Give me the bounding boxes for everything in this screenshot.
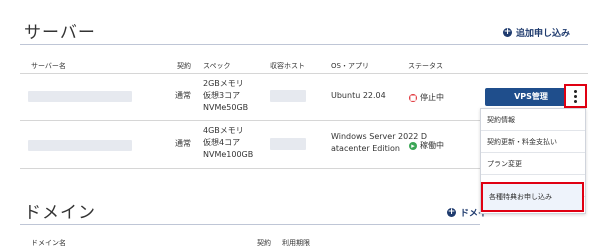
column-header-expiry: 利用期限 xyxy=(282,239,310,247)
column-header-domain-name: ドメイン名 xyxy=(31,239,66,247)
server-name-redacted xyxy=(28,140,132,151)
server-name-redacted xyxy=(28,91,132,102)
spec-storage: NVMe100GB xyxy=(203,150,254,159)
kebab-icon xyxy=(566,86,585,106)
plus-icon: + xyxy=(503,27,512,37)
column-header-domain-contract: 契約 xyxy=(257,239,271,247)
spec-memory: 2GBメモリ xyxy=(203,79,244,88)
os-cell: Ubuntu 22.04 xyxy=(331,91,386,100)
menu-item-contract-info[interactable]: 契約情報 xyxy=(481,109,585,131)
domain-section-divider xyxy=(20,224,480,225)
menu-item-plan-change[interactable]: プラン変更 xyxy=(481,153,585,175)
play-icon: ▸ xyxy=(409,141,417,150)
spec-cores: 仮想4コア xyxy=(203,138,241,147)
more-options-button[interactable] xyxy=(564,84,587,108)
column-header-server-name: サーバー名 xyxy=(31,62,66,70)
menu-item-renew-payment[interactable]: 契約更新・料金支払い xyxy=(481,131,585,153)
server-section-divider xyxy=(20,44,588,45)
plus-icon: + xyxy=(447,207,456,217)
status-badge: ■ 停止中 xyxy=(409,92,444,103)
column-header-os: OS・アプリ xyxy=(331,62,369,70)
status-badge: ▸ 稼働中 xyxy=(409,140,444,151)
host-redacted xyxy=(270,90,306,102)
column-header-spec: スペック xyxy=(203,62,231,70)
host-redacted xyxy=(270,138,306,150)
status-label: 停止中 xyxy=(420,93,444,102)
domain-section-title: ドメイン xyxy=(24,203,96,223)
status-label: 稼働中 xyxy=(420,141,444,150)
stop-icon: ■ xyxy=(409,93,417,102)
spec-storage: NVMe50GB xyxy=(203,103,249,112)
menu-item-special-offers[interactable]: 各種特典お申し込み xyxy=(481,182,584,212)
table-row[interactable]: 通常 4GBメモリ 仮想4コア NVMe100GB Windows Server… xyxy=(20,121,480,167)
spec-cell: 2GBメモリ 仮想3コア NVMe50GB xyxy=(203,78,248,114)
server-section-title: サーバー xyxy=(24,23,96,43)
server-add-button[interactable]: + 追加申し込み xyxy=(503,26,570,39)
column-header-contract: 契約 xyxy=(177,62,191,70)
spec-cores: 仮想3コア xyxy=(203,91,241,100)
contract-cell: 通常 xyxy=(175,91,191,100)
column-header-host: 収容ホスト xyxy=(270,62,305,70)
spec-memory: 4GBメモリ xyxy=(203,126,244,135)
server-add-label: 追加申し込み xyxy=(516,29,571,39)
spec-cell: 4GBメモリ 仮想4コア NVMe100GB xyxy=(203,125,253,161)
row-divider xyxy=(20,168,480,169)
contract-cell: 通常 xyxy=(175,139,191,148)
column-header-status: ステータス xyxy=(408,62,443,70)
